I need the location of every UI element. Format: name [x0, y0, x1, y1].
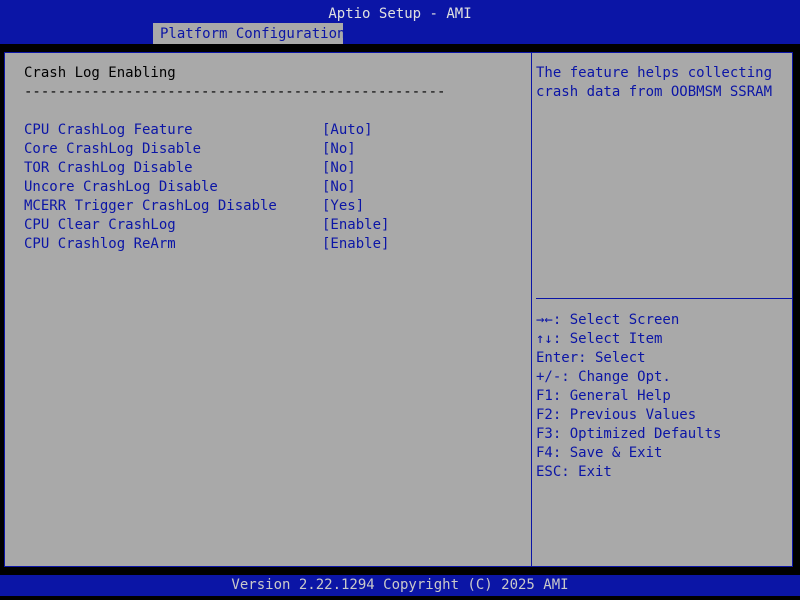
option-cpu-crashlog-rearm-label[interactable]: CPU Crashlog ReArm: [24, 235, 176, 254]
app-title: Aptio Setup - AMI: [328, 6, 472, 22]
option-tor-crashlog-disable-label[interactable]: TOR CrashLog Disable: [24, 159, 193, 178]
key-hint-f3: F3: Optimized Defaults: [536, 426, 722, 442]
panel-divider: [531, 52, 532, 566]
section-title: Crash Log Enabling: [24, 65, 176, 81]
option-mcerr-trigger-crashlog-disable-label[interactable]: MCERR Trigger CrashLog Disable: [24, 197, 277, 216]
key-hint-esc: ESC: Exit: [536, 464, 612, 480]
option-cpu-crashlog-rearm-value[interactable]: [Enable]: [322, 235, 389, 254]
key-hint-change-opt: +/-: Change Opt.: [536, 369, 671, 385]
key-hint-f2: F2: Previous Values: [536, 407, 697, 423]
option-uncore-crashlog-disable-label[interactable]: Uncore CrashLog Disable: [24, 178, 218, 197]
option-cpu-crashlog-feature-label[interactable]: CPU CrashLog Feature: [24, 121, 193, 140]
option-core-crashlog-disable-label[interactable]: Core CrashLog Disable: [24, 140, 201, 159]
option-cpu-clear-crashlog-value[interactable]: [Enable]: [322, 216, 389, 235]
option-tor-crashlog-disable-value[interactable]: [No]: [322, 159, 356, 178]
option-core-crashlog-disable-value[interactable]: [No]: [322, 140, 356, 159]
section-separator: ----------------------------------------…: [24, 84, 446, 100]
key-hint-f4: F4: Save & Exit: [536, 445, 663, 461]
option-cpu-clear-crashlog-label[interactable]: CPU Clear CrashLog: [24, 216, 176, 235]
help-text-line: crash data from OOBMSM SSRAM: [536, 84, 773, 100]
tab-label: Platform Configuration: [160, 26, 346, 42]
option-mcerr-trigger-crashlog-disable-value[interactable]: [Yes]: [322, 197, 364, 216]
option-uncore-crashlog-disable-value[interactable]: [No]: [322, 178, 356, 197]
key-hint-f1: F1: General Help: [536, 388, 671, 404]
option-cpu-crashlog-feature-value[interactable]: [Auto]: [322, 121, 373, 140]
footer-version: Version 2.22.1294 Copyright (C) 2025 AMI: [231, 577, 569, 593]
footer-bar: Version 2.22.1294 Copyright (C) 2025 AMI: [0, 575, 800, 596]
help-divider: [536, 298, 792, 299]
key-hint-select-screen: →←: Select Screen: [536, 312, 680, 328]
title-bar: Aptio Setup - AMI Platform Configuration: [0, 0, 800, 44]
key-hint-select-item: ↑↓: Select Item: [536, 331, 663, 347]
key-hint-enter: Enter: Select: [536, 350, 646, 366]
help-text-line: The feature helps collecting: [536, 65, 773, 81]
tab-platform-configuration[interactable]: Platform Configuration: [153, 23, 346, 44]
